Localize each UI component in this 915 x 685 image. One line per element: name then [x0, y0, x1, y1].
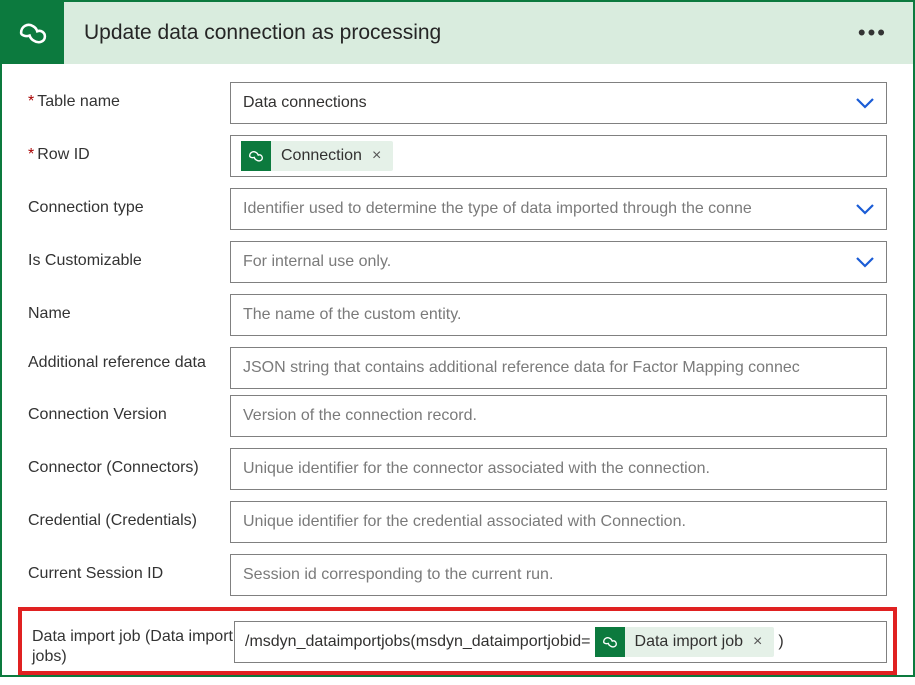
- dataverse-icon: [595, 627, 625, 657]
- dynamic-token-data-import-job[interactable]: Data import job ×: [595, 627, 775, 657]
- credential-input[interactable]: Unique identifier for the credential ass…: [230, 501, 887, 543]
- dataverse-icon: [241, 141, 271, 171]
- remove-token-icon[interactable]: ×: [368, 147, 385, 165]
- connector-input[interactable]: Unique identifier for the connector asso…: [230, 448, 887, 490]
- data-import-job-input[interactable]: /msdyn_dataimportjobs(msdyn_dataimportjo…: [234, 621, 887, 663]
- name-input[interactable]: The name of the custom entity.: [230, 294, 887, 336]
- card-title: Update data connection as processing: [84, 21, 850, 45]
- form-body: *Table name Data connections *Row ID Con…: [2, 64, 913, 685]
- field-label: Additional reference data: [28, 347, 230, 373]
- is-customizable-select[interactable]: For internal use only.: [230, 241, 887, 283]
- additional-reference-data-input[interactable]: JSON string that contains additional ref…: [230, 347, 887, 389]
- more-menu-icon[interactable]: •••: [850, 12, 895, 54]
- field-label: Connector (Connectors): [28, 448, 230, 478]
- field-label: Is Customizable: [28, 241, 230, 271]
- field-row-id: *Row ID Connection ×: [28, 135, 887, 177]
- field-data-import-job-highlighted: Data import job (Data import jobs) /msdy…: [18, 607, 897, 675]
- row-id-input[interactable]: Connection ×: [230, 135, 887, 177]
- dynamic-token-connection[interactable]: Connection ×: [241, 141, 393, 171]
- field-credential: Credential (Credentials) Unique identifi…: [28, 501, 887, 543]
- field-connector: Connector (Connectors) Unique identifier…: [28, 448, 887, 490]
- current-session-id-input[interactable]: Session id corresponding to the current …: [230, 554, 887, 596]
- field-label: Current Session ID: [28, 554, 230, 584]
- field-current-session-id: Current Session ID Session id correspond…: [28, 554, 887, 596]
- field-connection-version: Connection Version Version of the connec…: [28, 395, 887, 437]
- field-connection-type: Connection type Identifier used to deter…: [28, 188, 887, 230]
- token-label: Data import job: [635, 633, 750, 651]
- expression-suffix: ): [778, 633, 783, 651]
- remove-token-icon[interactable]: ×: [749, 633, 766, 651]
- field-label: Credential (Credentials): [28, 501, 230, 531]
- field-table-name: *Table name Data connections: [28, 82, 887, 124]
- field-is-customizable: Is Customizable For internal use only.: [28, 241, 887, 283]
- connection-type-select[interactable]: Identifier used to determine the type of…: [230, 188, 887, 230]
- field-label: *Table name: [28, 82, 230, 112]
- field-label: Connection type: [28, 188, 230, 218]
- field-name: Name The name of the custom entity.: [28, 294, 887, 336]
- field-label: Data import job (Data import jobs): [28, 621, 234, 667]
- table-name-select[interactable]: Data connections: [230, 82, 887, 124]
- expression-prefix: /msdyn_dataimportjobs(msdyn_dataimportjo…: [245, 633, 591, 651]
- field-label: *Row ID: [28, 135, 230, 165]
- token-label: Connection: [281, 147, 368, 165]
- dataverse-icon: [2, 2, 64, 64]
- field-label: Name: [28, 294, 230, 324]
- connection-version-input[interactable]: Version of the connection record.: [230, 395, 887, 437]
- field-label: Connection Version: [28, 395, 230, 425]
- card-header: Update data connection as processing •••: [2, 2, 913, 64]
- field-additional-reference-data: Additional reference data JSON string th…: [28, 347, 887, 389]
